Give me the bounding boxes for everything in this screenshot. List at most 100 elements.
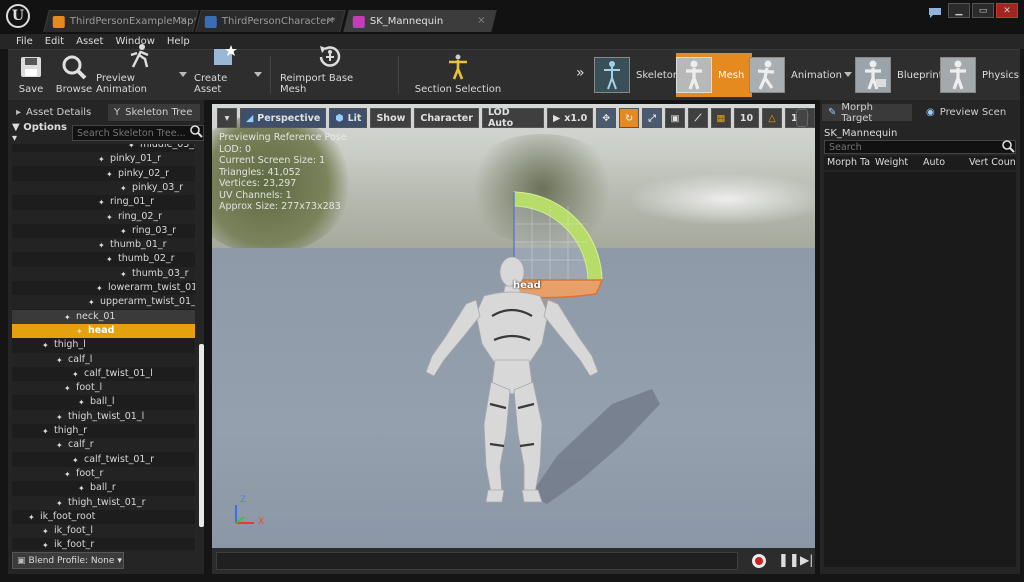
close-icon[interactable]: × — [179, 15, 187, 26]
grid-snap-toggle[interactable]: ▦ — [710, 108, 731, 128]
scale-tool-button[interactable]: ⤢ — [642, 108, 663, 128]
tree-item-thigh-r[interactable]: ✦ thigh_r — [12, 424, 195, 438]
tree-item-pinky-01-r[interactable]: ✦ pinky_01_r — [12, 152, 195, 167]
show-button[interactable]: Show — [370, 108, 412, 128]
column-morph-target[interactable]: Morph Ta — [824, 156, 872, 170]
tree-item-upperarm-twist-01-r[interactable]: ✦ upperarm_twist_01_r — [12, 295, 195, 310]
tree-item-lowerarm-twist-01-[interactable]: ✦ lowerarm_twist_01_ — [12, 281, 195, 295]
lit-button[interactable]: ⬢ Lit — [329, 108, 368, 128]
mode-animation[interactable]: Animation — [749, 53, 842, 97]
viewport-options-button[interactable]: ▾ — [217, 108, 237, 128]
tree-item-thumb-01-r[interactable]: ✦ thumb_01_r — [12, 238, 195, 253]
minimize-button[interactable]: ▁ — [948, 3, 970, 18]
rotate-tool-button[interactable]: ↻ — [619, 108, 640, 128]
blend-profile-dropdown[interactable]: ▣ Blend Profile: None ▾ — [12, 552, 124, 569]
search-icon[interactable] — [1002, 140, 1015, 156]
save-button[interactable]: Save — [12, 52, 50, 99]
tree-item-calf-l[interactable]: ✦ calf_l — [12, 352, 195, 367]
tree-item-calf-r[interactable]: ✦ calf_r — [12, 438, 195, 453]
feedback-icon[interactable] — [928, 6, 942, 18]
skeleton-tree-list[interactable]: ✦ middle_03_r ✦ pinky_01_r ✦ pinky_02_r ✦ pinky… — [12, 144, 195, 550]
tree-item-label: ring_01_r — [110, 196, 155, 208]
tab-morph-target[interactable]: ✎ Morph Target — [822, 102, 912, 124]
column-auto[interactable]: Auto — [920, 156, 966, 170]
section-selection-button[interactable]: Section Selection — [412, 52, 504, 99]
mode-blueprint[interactable]: Blueprint — [855, 53, 943, 97]
animation-dropdown-arrow[interactable] — [844, 72, 852, 77]
tree-item-head[interactable]: ✦ head — [12, 323, 195, 338]
tab-asset-details[interactable]: ▸ Asset Details — [10, 104, 98, 121]
tree-scrollbar[interactable] — [199, 344, 204, 527]
tree-item-ring-03-r[interactable]: ✦ ring_03_r — [12, 224, 195, 238]
search-icon[interactable] — [190, 125, 203, 141]
tree-item-ik-foot-root[interactable]: ✦ ik_foot_root — [12, 510, 195, 524]
tab-skeleton-tree[interactable]: Y Skeleton Tree — [108, 104, 200, 121]
preview-viewport[interactable]: head ▾ ◢ Perspective ⬢ Lit Show Characte… — [212, 104, 815, 548]
morph-target-list[interactable] — [824, 172, 1016, 567]
tab-third-person-map[interactable]: ThirdPersonExampleMap* × — [43, 10, 199, 32]
unreal-logo-icon[interactable]: U — [6, 4, 30, 28]
preview-animation-dropdown-arrow[interactable] — [179, 72, 187, 77]
bone-icon: ✦ — [98, 198, 105, 208]
tab-sk-mannequin[interactable]: SK_Mannequin × — [343, 10, 497, 32]
menu-help[interactable]: Help — [161, 34, 196, 49]
column-vert-count[interactable]: Vert Coun — [966, 156, 1016, 170]
character-button[interactable]: Character — [414, 108, 479, 128]
column-weight[interactable]: Weight — [872, 156, 920, 170]
maximize-button[interactable]: ▭ — [972, 3, 994, 18]
mode-physics[interactable]: Physics — [940, 53, 1019, 97]
tree-item-ik-foot-l[interactable]: ✦ ik_foot_l — [12, 524, 195, 539]
tree-item-thigh-twist-01-l[interactable]: ✦ thigh_twist_01_l — [12, 409, 195, 424]
record-button[interactable] — [752, 554, 766, 568]
close-icon[interactable]: × — [477, 15, 485, 26]
create-asset-button[interactable]: Create Asset — [194, 45, 254, 99]
translate-tool-button[interactable]: ✥ — [596, 108, 617, 128]
browse-button[interactable]: Browse — [54, 52, 94, 99]
lod-button[interactable]: LOD Auto — [481, 107, 544, 129]
rotation-snap-toggle[interactable]: △ — [762, 108, 783, 128]
create-asset-dropdown-arrow[interactable] — [254, 72, 262, 77]
tree-item-neck-01[interactable]: ✦ neck_01 — [12, 309, 195, 324]
menu-file[interactable]: File — [10, 34, 39, 49]
tree-item-thigh-twist-01-r[interactable]: ✦ thigh_twist_01_r — [12, 495, 195, 510]
surface-snap-button[interactable]: ⟋ — [687, 108, 708, 128]
skeleton-search-input[interactable] — [72, 125, 204, 141]
tree-item-foot-r[interactable]: ✦ foot_r — [12, 466, 195, 481]
tree-item-middle-03-r[interactable]: ✦ middle_03_r — [12, 144, 195, 152]
local-world-toggle[interactable]: ▣ — [665, 108, 685, 128]
tab-third-person-character[interactable]: ThirdPersonCharacter* × — [195, 10, 346, 32]
preview-animation-button[interactable]: Preview Animation — [96, 44, 184, 99]
tree-item-thumb-03-r[interactable]: ✦ thumb_03_r — [12, 266, 195, 281]
tree-item-pinky-03-r[interactable]: ✦ pinky_03_r — [12, 180, 195, 195]
menu-edit[interactable]: Edit — [39, 34, 70, 49]
grid-snap-value[interactable]: 10 — [733, 108, 760, 128]
tab-preview-scene[interactable]: ◉ Preview Scen — [920, 104, 1016, 121]
close-icon[interactable]: × — [326, 15, 334, 26]
timeline-scrubber[interactable] — [216, 552, 738, 570]
tree-item-ball-l[interactable]: ✦ ball_l — [12, 395, 195, 409]
close-window-button[interactable]: ✕ — [996, 3, 1018, 18]
tree-item-calf-twist-01-r[interactable]: ✦ calf_twist_01_r — [12, 453, 195, 467]
tree-item-thumb-02-r[interactable]: ✦ thumb_02_r — [12, 252, 195, 266]
perspective-button[interactable]: ◢ Perspective — [239, 108, 327, 128]
tree-item-ball-r[interactable]: ✦ ball_r — [12, 481, 195, 495]
mode-skeleton[interactable]: Skeleton — [594, 53, 679, 97]
options-button[interactable]: ▼ Options ▾ — [12, 122, 70, 144]
tree-item-thigh-l[interactable]: ✦ thigh_l — [12, 338, 195, 352]
playback-speed-button[interactable]: ▶ x1.0 — [546, 108, 594, 128]
step-forward-button[interactable]: ▶| — [800, 553, 813, 567]
tree-item-label: calf_twist_01_l — [84, 367, 153, 379]
menu-asset[interactable]: Asset — [70, 34, 109, 49]
tree-item-ik-foot-r[interactable]: ✦ ik_foot_r — [12, 538, 195, 550]
reimport-base-mesh-button[interactable]: Reimport Base Mesh — [280, 46, 380, 99]
tree-item-ring-01-r[interactable]: ✦ ring_01_r — [12, 195, 195, 209]
tree-item-label: middle_03_r — [140, 144, 195, 150]
morph-search-input[interactable] — [824, 140, 1016, 154]
pause-button[interactable]: ❚❚ — [778, 553, 800, 568]
viewport-maximize-button[interactable] — [796, 109, 808, 127]
tree-item-calf-twist-01-l[interactable]: ✦ calf_twist_01_l — [12, 367, 195, 381]
tree-item-foot-l[interactable]: ✦ foot_l — [12, 381, 195, 396]
mode-mesh[interactable]: Mesh — [676, 53, 753, 97]
tree-item-ring-02-r[interactable]: ✦ ring_02_r — [12, 209, 195, 224]
tree-item-pinky-02-r[interactable]: ✦ pinky_02_r — [12, 167, 195, 181]
